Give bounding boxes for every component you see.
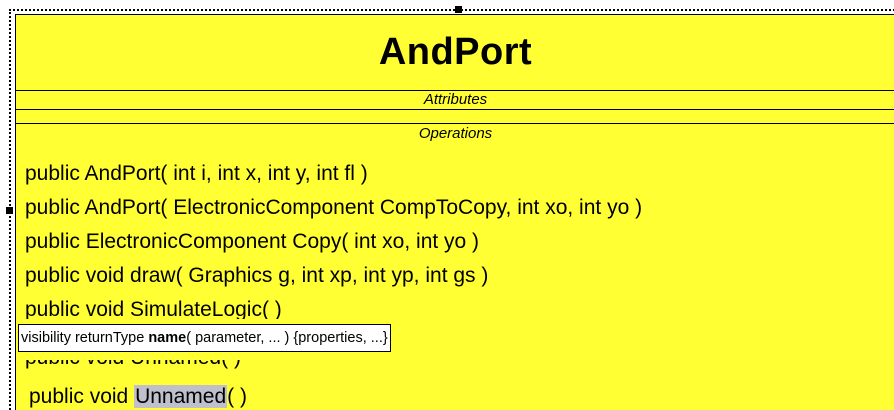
edit-prefix: public void bbox=[29, 385, 135, 408]
class-name[interactable]: AndPort bbox=[16, 15, 894, 90]
signature-tooltip: visibility returnType name( parameter, .… bbox=[18, 324, 391, 352]
diagram-canvas[interactable]: AndPort Attributes Operations public And… bbox=[0, 0, 894, 410]
operation-row[interactable]: public ElectronicComponent Copy( int xo,… bbox=[25, 227, 479, 257]
attributes-divider bbox=[16, 109, 894, 110]
resize-handle-left[interactable] bbox=[6, 207, 13, 214]
edit-name-selected[interactable]: Unnamed bbox=[134, 385, 228, 408]
tooltip-name: name bbox=[148, 330, 187, 346]
tooltip-prefix: visibility returnType bbox=[21, 330, 149, 346]
operations-divider bbox=[16, 123, 894, 124]
operation-row[interactable]: public void draw( Graphics g, int xp, in… bbox=[25, 261, 488, 291]
operation-row[interactable]: public void SimulateLogic( ) bbox=[25, 295, 282, 319]
edit-suffix: ( ) bbox=[227, 385, 247, 408]
resize-handle-top[interactable] bbox=[455, 6, 462, 13]
operations-section-label: Operations bbox=[418, 125, 493, 142]
attributes-section-label: Attributes bbox=[423, 91, 488, 108]
operation-row[interactable]: public AndPort( int i, int x, int y, int… bbox=[25, 159, 368, 189]
operation-edit-row[interactable]: public void Unnamed( ) bbox=[29, 382, 247, 410]
tooltip-suffix: ( parameter, ... ) {properties, ...} bbox=[186, 330, 388, 346]
operation-row[interactable]: public AndPort( ElectronicComponent Comp… bbox=[25, 193, 642, 223]
